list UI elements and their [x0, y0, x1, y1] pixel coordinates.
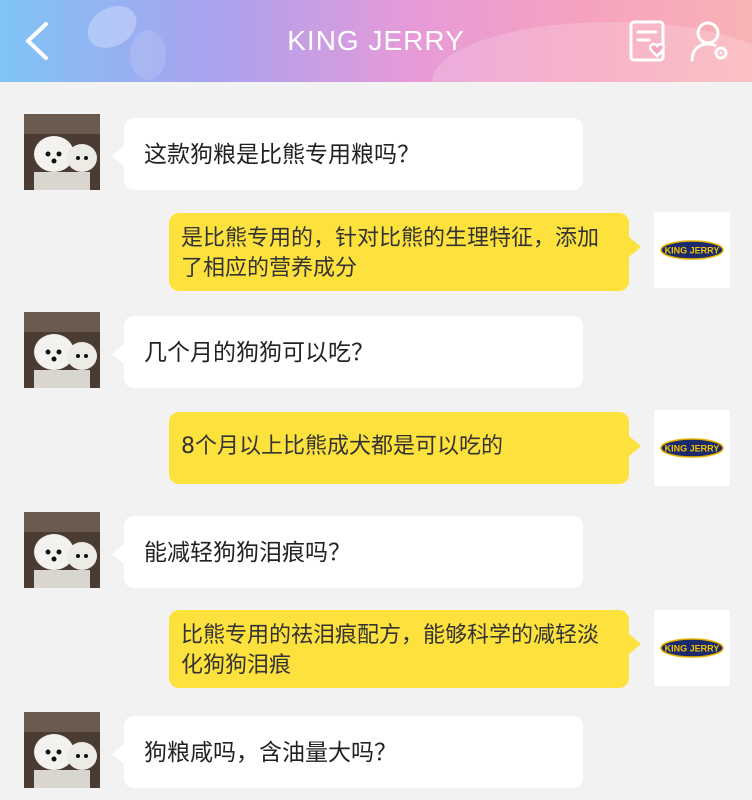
message-text: 几个月的狗狗可以吃？	[144, 340, 374, 366]
message-text: 这款狗粮是比熊专用粮吗？	[144, 142, 420, 168]
dog-avatar-icon	[24, 512, 100, 588]
message-text: 8个月以上比熊成犬都是可以吃的	[181, 434, 503, 459]
dog-avatar-icon	[24, 114, 100, 190]
message-text: 能减轻狗狗泪痕吗？	[144, 540, 351, 566]
message-text: 狗粮咸吗，含油量大吗？	[144, 740, 397, 766]
reply-message-bubble: 是比熊专用的，针对比熊的生理特征，添加了相应的营养成分	[169, 213, 641, 291]
user-avatar[interactable]	[24, 712, 100, 788]
reply-message-bubble: 比熊专用的祛泪痕配方，能够科学的减轻淡化狗狗泪痕	[169, 610, 641, 688]
user-message-bubble: 这款狗粮是比熊专用粮吗？	[112, 118, 583, 190]
user-avatar[interactable]	[24, 312, 100, 388]
user-message-bubble: 能减轻狗狗泪痕吗？	[112, 516, 583, 588]
user-avatar[interactable]	[24, 114, 100, 190]
king-jerry-logo: KING JERRY	[660, 240, 724, 260]
chevron-left-icon	[26, 22, 48, 60]
message-text: 是比熊专用的，针对比熊的生理特征，添加了相应的营养成分	[181, 226, 600, 281]
user-avatar[interactable]	[24, 512, 100, 588]
svg-text:KING JERRY: KING JERRY	[665, 644, 720, 654]
favorites-button[interactable]	[627, 18, 671, 64]
profile-settings-button[interactable]	[688, 18, 732, 64]
user-settings-icon	[690, 21, 728, 62]
reply-message-bubble: 8个月以上比熊成犬都是可以吃的	[169, 412, 641, 484]
user-message-bubble: 狗粮咸吗，含油量大吗？	[112, 716, 583, 788]
svg-text:KING JERRY: KING JERRY	[665, 246, 720, 256]
brand-avatar[interactable]: KING JERRY	[654, 610, 730, 686]
message-text: 比熊专用的祛泪痕配方，能够科学的减轻淡化狗狗泪痕	[181, 623, 600, 678]
brand-avatar[interactable]: KING JERRY	[654, 212, 730, 288]
document-heart-icon	[629, 20, 665, 62]
king-jerry-logo: KING JERRY	[660, 638, 724, 658]
svg-text:KING JERRY: KING JERRY	[665, 444, 720, 454]
dog-avatar-icon	[24, 712, 100, 788]
dog-avatar-icon	[24, 312, 100, 388]
app-header: KING JERRY	[0, 0, 752, 82]
back-button[interactable]	[18, 18, 58, 64]
king-jerry-logo: KING JERRY	[660, 438, 724, 458]
brand-avatar[interactable]: KING JERRY	[654, 410, 730, 486]
user-message-bubble: 几个月的狗狗可以吃？	[112, 316, 583, 388]
